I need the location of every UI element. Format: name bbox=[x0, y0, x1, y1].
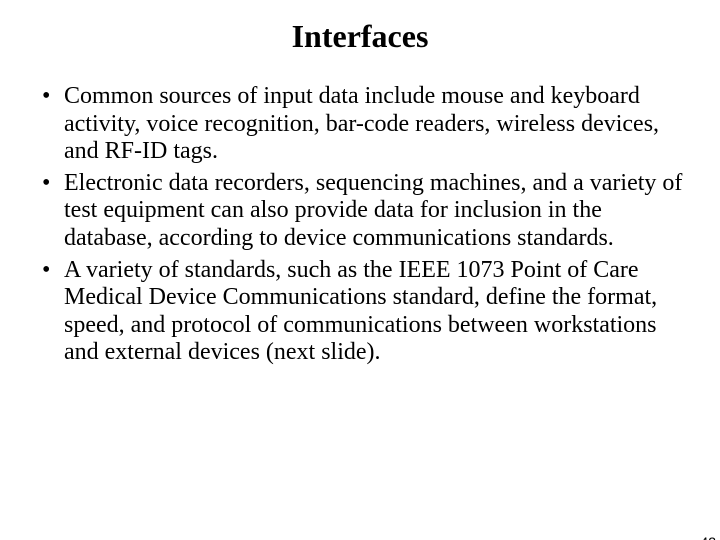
slide-body: Common sources of input data include mou… bbox=[0, 83, 720, 367]
slide: Interfaces Common sources of input data … bbox=[0, 18, 720, 540]
list-item: A variety of standards, such as the IEEE… bbox=[36, 257, 684, 367]
list-item: Common sources of input data include mou… bbox=[36, 83, 684, 166]
list-item: Electronic data recorders, sequencing ma… bbox=[36, 170, 684, 253]
page-number: 42 bbox=[700, 534, 716, 540]
bullet-list: Common sources of input data include mou… bbox=[36, 83, 684, 367]
slide-title: Interfaces bbox=[0, 18, 720, 55]
